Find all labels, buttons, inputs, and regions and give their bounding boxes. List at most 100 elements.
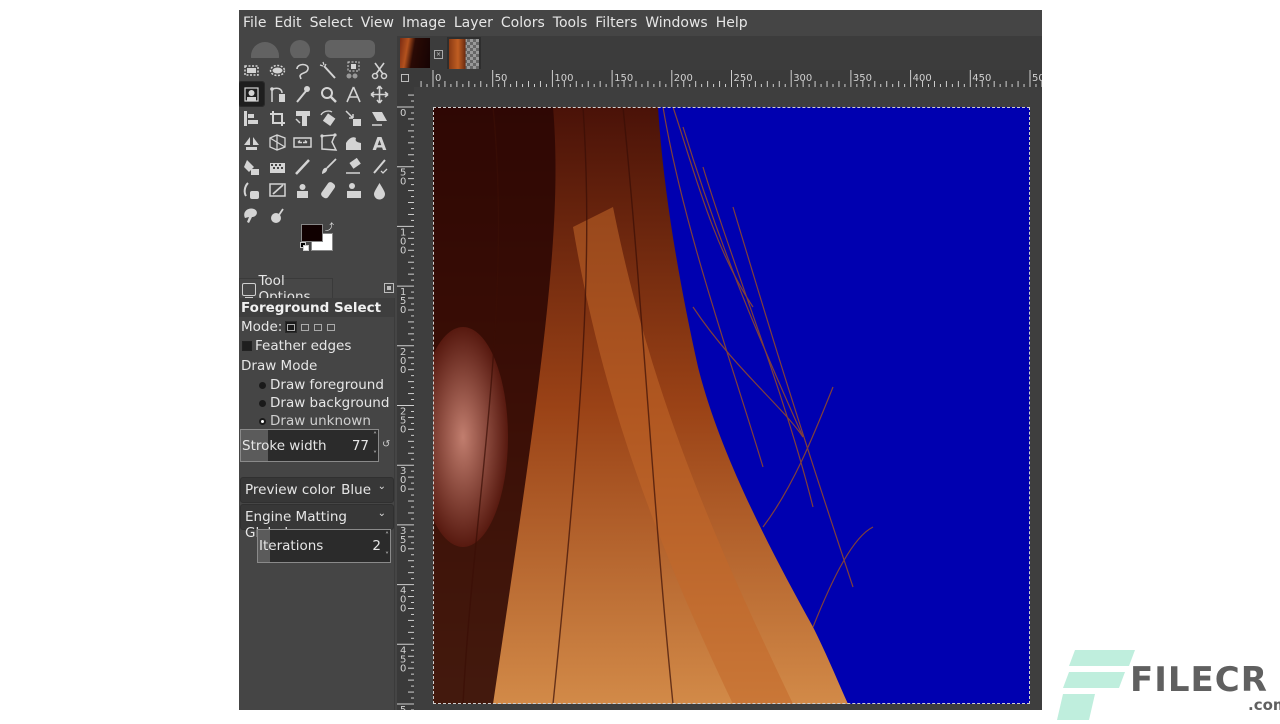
ruler-label: 450 [972,73,991,84]
canvas-area[interactable] [414,87,1042,710]
tool-zoom[interactable] [316,82,341,106]
tool-eraser[interactable] [341,155,366,179]
tool-paths[interactable] [265,82,290,106]
tool-rotate[interactable] [316,106,341,130]
radio-draw-background[interactable]: Draw background [259,395,389,411]
tool-ellipse-select[interactable] [265,58,290,82]
handle-transform-icon [293,137,312,148]
tool-handle-transform[interactable] [290,131,315,155]
tool-heal[interactable] [316,179,341,203]
menu-select[interactable]: Select [306,10,357,36]
preview-color-combo[interactable]: Preview color Blue ⌄ [240,477,394,503]
tool-measure[interactable] [341,82,366,106]
menu-filters[interactable]: Filters [591,10,641,36]
image-tab-thumbnail[interactable] [400,38,430,68]
horizontal-ruler[interactable]: 0 50 100 150 200 250 300 350 400 450 50 [414,70,1042,87]
close-tab-icon[interactable]: × [434,50,443,59]
iterations-value[interactable]: 2 [372,538,381,554]
tab-tool-options[interactable]: Tool Options [239,273,333,305]
wilber-logo-icon [251,40,375,58]
tool-blend[interactable] [265,155,290,179]
menu-file[interactable]: File [239,10,270,36]
tool-text[interactable]: A [367,131,392,155]
swap-colors-icon[interactable]: ⤴ [325,224,334,233]
radio-indicator[interactable] [259,417,266,425]
tool-pencil[interactable] [290,155,315,179]
tool-cage-transform[interactable] [316,131,341,155]
tool-select-by-color[interactable] [341,58,366,82]
tool-rectangle-select[interactable] [239,58,264,82]
tool-mypaint-brush[interactable] [265,179,290,203]
menu-colors[interactable]: Colors [497,10,549,36]
filecr-logo-icon [1057,650,1135,720]
ellipse-select-icon [269,64,285,76]
radio-indicator[interactable] [259,399,266,407]
reset-colors-icon[interactable] [300,242,309,251]
tool-unified-transform[interactable] [290,106,315,130]
tool-ink[interactable] [239,179,264,203]
foreground-color-swatch[interactable] [301,224,323,242]
menu-view[interactable]: View [357,10,398,36]
image-canvas[interactable] [433,107,1030,704]
tool-clone[interactable] [290,179,315,203]
spin-down-icon[interactable]: ˅ [385,552,389,560]
menu-tools[interactable]: Tools [549,10,592,36]
reset-stroke-width-icon[interactable]: ↺ [382,439,390,450]
radio-draw-unknown[interactable]: Draw unknown [259,413,371,429]
tool-warp-transform[interactable] [341,131,366,155]
tool-dodge-burn[interactable] [367,179,392,203]
spin-up-icon[interactable]: ˄ [385,532,389,540]
radio-indicator[interactable] [259,381,266,389]
menu-image[interactable]: Image [398,10,450,36]
navigate-corner-button[interactable] [397,70,414,87]
engine-combo[interactable]: Engine Matting Global ⌄ [240,504,394,541]
feather-edges-checkbox[interactable]: Feather edges [242,338,351,354]
stroke-width-spinscale[interactable]: Stroke width 77 ˄ ˅ [240,429,379,462]
radio-draw-foreground[interactable]: Draw foreground [259,377,384,393]
ruler-label: 0 [400,177,406,188]
menu-layer[interactable]: Layer [450,10,497,36]
tool-align[interactable] [239,106,264,130]
tool-flip[interactable] [239,131,264,155]
tool-blur-sharpen[interactable] [265,203,290,227]
mode-add-button[interactable] [300,322,310,332]
tool-scale[interactable] [341,106,366,130]
paintbrush-icon [321,158,337,175]
mode-replace-button[interactable] [285,321,298,333]
mode-intersect-button[interactable] [326,322,336,332]
tool-crop[interactable] [265,106,290,130]
image-tab-thumbnail-active[interactable] [447,37,481,69]
tool-foreground-select[interactable] [239,81,265,108]
menu-windows[interactable]: Windows [641,10,712,36]
menubar: File Edit Select View Image Layer Colors… [239,10,1042,36]
tool-smudge-stamp[interactable] [341,179,366,203]
configure-tab-icon[interactable] [384,283,394,293]
tool-scissors-select[interactable] [367,58,392,82]
stroke-width-value[interactable]: 77 [352,438,369,454]
ruler-label: 50 [1032,73,1042,84]
tool-paintbrush[interactable] [316,155,341,179]
tool-shear[interactable] [367,106,392,130]
shear-icon [371,111,387,126]
feather-edges-check[interactable] [242,341,252,351]
preview-color-value: Blue [341,482,371,498]
spin-down-icon[interactable]: ˅ [373,451,377,459]
menu-help[interactable]: Help [712,10,752,36]
tool-smudge[interactable] [239,203,264,227]
tool-bucket-fill[interactable] [239,155,264,179]
tool-fuzzy-select[interactable] [316,58,341,82]
mode-subtract-button[interactable] [313,322,323,332]
menu-edit[interactable]: Edit [270,10,305,36]
tool-move[interactable] [367,82,392,106]
tool-free-select[interactable] [290,58,315,82]
tool-perspective-clone[interactable] [265,131,290,155]
mode-label: Mode: [241,319,283,335]
vertical-ruler[interactable]: 0501001502002503003504004505 [397,87,414,710]
bucket-fill-icon [244,160,259,176]
ruler-label: 0 [400,365,406,376]
iterations-spinscale[interactable]: Iterations 2 ˄ ˅ [257,529,391,563]
fuzzy-select-icon [319,61,336,79]
spin-up-icon[interactable]: ˄ [373,432,377,440]
tool-color-picker[interactable] [290,82,315,106]
tool-airbrush[interactable] [367,155,392,179]
